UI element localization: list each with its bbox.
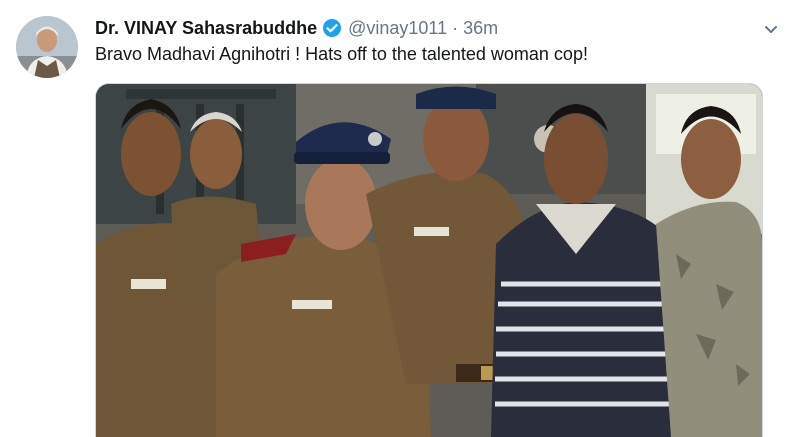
separator-dot: · — [452, 17, 459, 38]
tweet-header: Dr. VINAY Sahasrabuddhe @vinay1011 · 36m — [95, 15, 498, 41]
police-group-photo — [96, 84, 762, 437]
display-name[interactable]: Dr. VINAY Sahasrabuddhe — [95, 18, 317, 39]
tweet-media-photo[interactable] — [95, 83, 763, 437]
tweet-text: Bravo Madhavi Agnihotri ! Hats off to th… — [95, 44, 588, 64]
verified-badge-icon — [322, 18, 342, 38]
chevron-down-icon[interactable] — [760, 18, 782, 40]
tweet: Dr. VINAY Sahasrabuddhe @vinay1011 · 36m… — [0, 0, 800, 437]
avatar-image — [16, 16, 78, 78]
user-handle[interactable]: @vinay1011 — [348, 18, 447, 39]
avatar[interactable] — [16, 16, 78, 78]
tweet-timestamp[interactable]: 36m — [463, 18, 498, 39]
